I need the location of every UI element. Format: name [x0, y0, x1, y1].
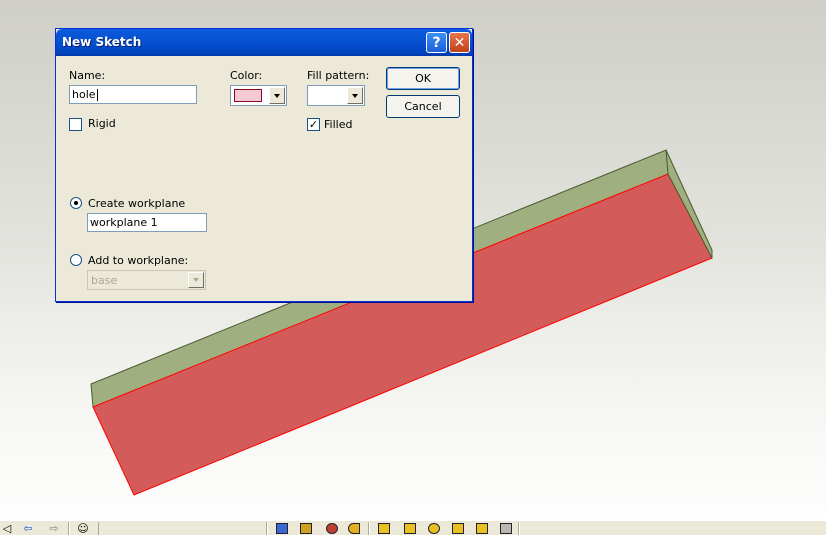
chevron-down-icon[interactable] — [269, 87, 285, 104]
name-input-value: hole — [72, 88, 96, 101]
new-sketch-dialog: New Sketch ? ✕ Name: hole Color: Fill pa… — [55, 28, 473, 302]
workplane-name-value: workplane 1 — [90, 216, 158, 229]
rigid-checkbox[interactable] — [69, 118, 82, 131]
checkmark-icon: ✓ — [308, 118, 319, 131]
cancel-button[interactable]: Cancel — [386, 95, 460, 118]
part-tool-icon[interactable] — [404, 523, 416, 534]
help-button[interactable]: ? — [426, 32, 447, 53]
part-tool-icon[interactable] — [476, 523, 488, 534]
status-field — [98, 522, 267, 535]
close-button[interactable]: ✕ — [449, 32, 470, 53]
name-input[interactable]: hole — [69, 85, 197, 104]
help-icon: ? — [432, 34, 441, 51]
part-tool-icon[interactable] — [452, 523, 464, 534]
shape-tool-icon[interactable] — [326, 523, 338, 534]
close-icon: ✕ — [453, 34, 466, 51]
workplane-select: base — [87, 270, 206, 290]
workplane-name-input[interactable]: workplane 1 — [87, 213, 207, 232]
cancel-button-label: Cancel — [404, 100, 442, 113]
create-workplane-radio[interactable] — [70, 197, 82, 209]
part-tool-icon[interactable] — [378, 523, 390, 534]
ok-button-label: OK — [415, 72, 431, 85]
chevron-down-icon[interactable] — [347, 87, 363, 104]
color-dropdown[interactable] — [230, 85, 287, 106]
forward-arrow-icon[interactable]: ⇨ — [47, 522, 61, 535]
filled-checkbox[interactable]: ✓ — [307, 118, 320, 131]
create-workplane-label: Create workplane — [88, 197, 186, 210]
name-label: Name: — [69, 69, 106, 82]
color-label: Color: — [230, 69, 263, 82]
add-to-workplane-radio[interactable] — [70, 254, 82, 266]
color-swatch — [234, 89, 262, 102]
part-tool-icon[interactable] — [428, 523, 440, 534]
rigid-label: Rigid — [88, 117, 116, 130]
back-arrow-icon[interactable]: ⇦ — [21, 522, 35, 535]
ok-button[interactable]: OK — [386, 67, 460, 90]
shape-tool-icon[interactable] — [300, 523, 312, 534]
add-to-workplane-label: Add to workplane: — [88, 254, 189, 267]
bottom-toolbar: ◁ ⇦ ⇨ ☺ — [0, 520, 826, 535]
part-tool-icon[interactable] — [500, 523, 512, 534]
workplane-select-value: base — [91, 274, 118, 287]
chevron-down-icon — [188, 272, 204, 288]
dialog-title: New Sketch — [62, 35, 142, 49]
shape-tool-icon[interactable] — [276, 523, 288, 534]
select-icon[interactable]: ◁ — [0, 522, 14, 535]
fill-pattern-label: Fill pattern: — [307, 69, 370, 82]
smiley-icon[interactable]: ☺ — [76, 522, 90, 535]
filled-label: Filled — [324, 118, 353, 131]
fill-pattern-dropdown[interactable] — [307, 85, 365, 106]
dialog-titlebar[interactable]: New Sketch ? ✕ — [56, 29, 472, 56]
shape-tool-icon[interactable] — [348, 523, 360, 534]
